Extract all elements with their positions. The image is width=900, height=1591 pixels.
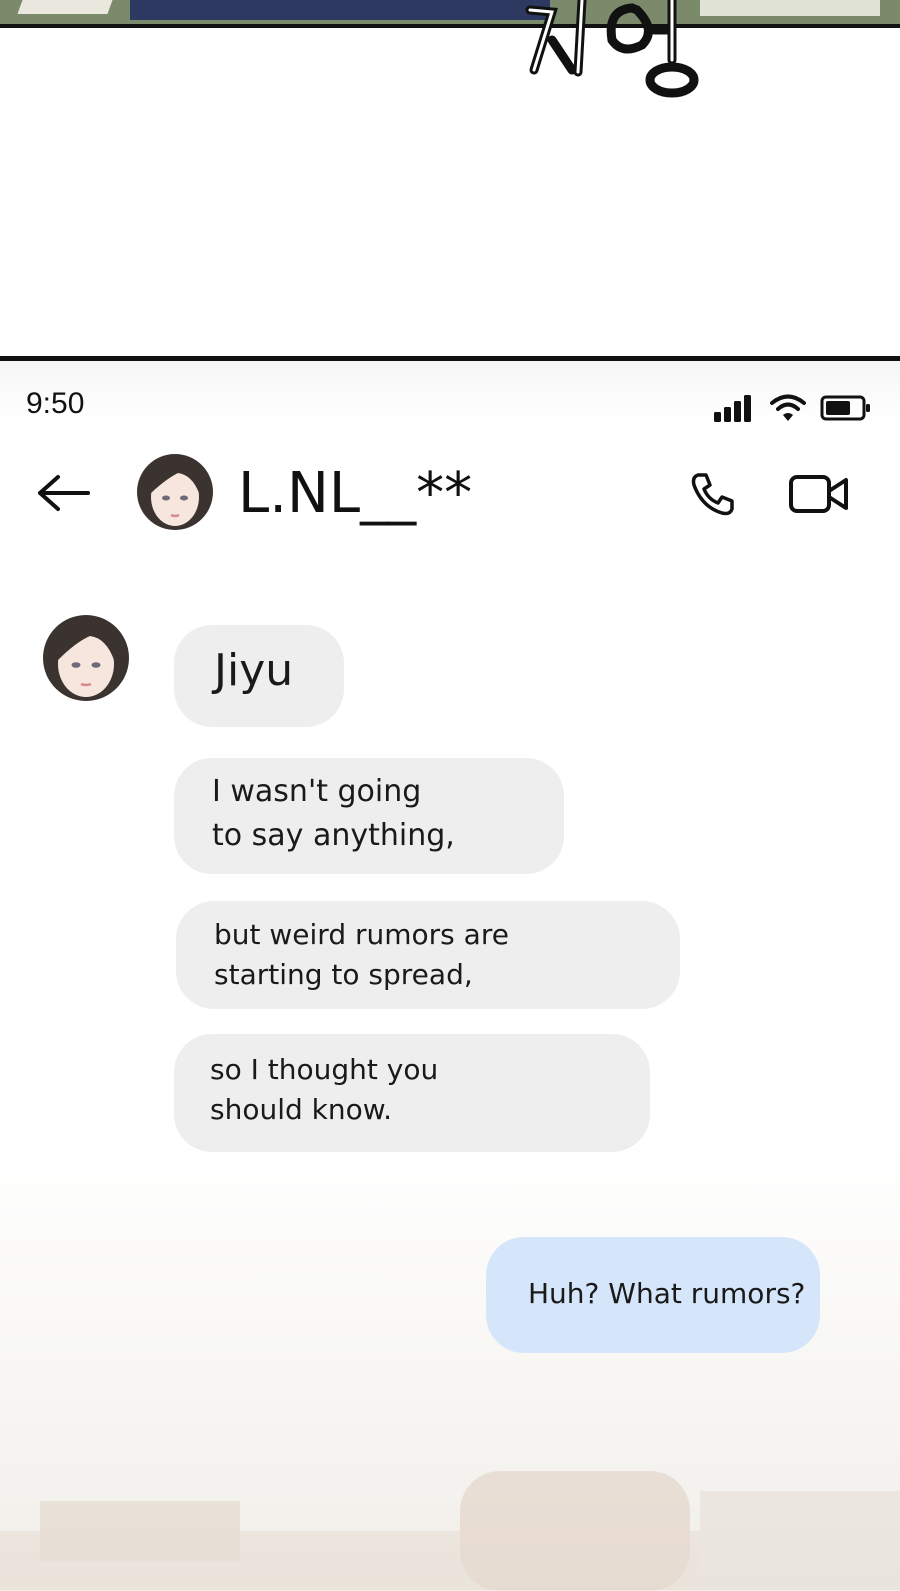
status-icons bbox=[714, 391, 872, 425]
message-bubble-outgoing: Huh? What rumors? bbox=[486, 1237, 820, 1353]
status-time: 9:50 bbox=[26, 387, 85, 420]
signal-icon bbox=[714, 395, 751, 422]
video-camera-icon[interactable] bbox=[788, 471, 850, 517]
status-bar: 9:50 bbox=[0, 361, 900, 441]
message-text: so I thought you should know. bbox=[210, 1053, 439, 1126]
sound-effect-lettering bbox=[525, 0, 699, 98]
phone-chat-screen: 9:50 L.NL__** Jiyu I wasn't going to say… bbox=[0, 361, 900, 1591]
phone-icon[interactable] bbox=[688, 469, 738, 519]
message-text: I wasn't going to say anything, bbox=[212, 774, 455, 853]
message-bubble-incoming: I wasn't going to say anything, bbox=[174, 758, 564, 874]
panel-illustration-edge bbox=[0, 0, 900, 28]
back-arrow-icon[interactable] bbox=[34, 469, 94, 517]
message-bubble-incoming: Jiyu bbox=[174, 625, 344, 727]
background-scene bbox=[0, 1471, 900, 1591]
sender-avatar[interactable] bbox=[42, 614, 130, 702]
comic-panel-top bbox=[0, 0, 900, 360]
battery-icon bbox=[820, 395, 870, 421]
chat-header: L.NL__** bbox=[0, 449, 900, 539]
message-text: Jiyu bbox=[214, 645, 294, 696]
contact-name: L.NL__** bbox=[238, 461, 473, 526]
message-bubble-incoming: but weird rumors are starting to spread, bbox=[176, 901, 680, 1009]
message-bubble-incoming: so I thought you should know. bbox=[174, 1034, 650, 1152]
message-text: Huh? What rumors? bbox=[528, 1277, 806, 1310]
contact-avatar[interactable] bbox=[136, 453, 214, 531]
message-text: but weird rumors are starting to spread, bbox=[214, 918, 509, 991]
wifi-icon bbox=[770, 394, 806, 421]
